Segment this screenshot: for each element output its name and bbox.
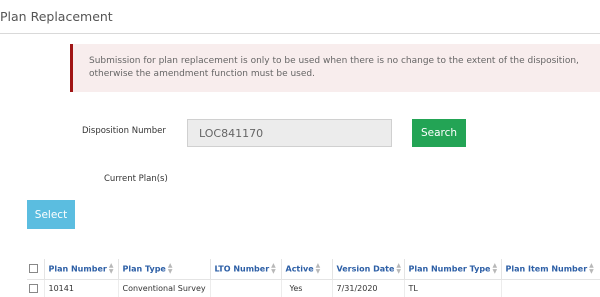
column-label: Plan Number Type bbox=[408, 264, 491, 274]
column-header-active[interactable]: Active ▲ ▼ bbox=[281, 259, 333, 280]
sort-arrows-icon: ▲ ▼ bbox=[396, 261, 402, 275]
disposition-number-input[interactable] bbox=[187, 119, 392, 147]
select-all-checkbox[interactable] bbox=[29, 264, 38, 274]
column-label: Plan Type bbox=[122, 264, 166, 274]
sort-arrows-icon: ▲ ▼ bbox=[167, 261, 173, 275]
column-header-plan-number[interactable]: Plan Number ▲ ▼ bbox=[44, 259, 119, 280]
column-header-plan-type[interactable]: Plan Type ▲ ▼ bbox=[118, 259, 211, 280]
cell-active: Yes bbox=[281, 279, 333, 297]
table-header-row: Plan Number ▲ ▼ Plan Type ▲ ▼ LTO Number ▲ ▼ A… bbox=[27, 259, 600, 280]
current-plans-label: Current Plan(s) bbox=[104, 174, 168, 184]
column-header-version-date[interactable]: Version Date ▲ ▼ bbox=[332, 259, 405, 280]
column-header-plan-number-type[interactable]: Plan Number Type ▲ ▼ bbox=[404, 259, 502, 280]
select-button[interactable]: Select bbox=[27, 200, 75, 229]
cell-plan-number: 10141 bbox=[44, 279, 119, 297]
disposition-number-label: Disposition Number bbox=[82, 126, 166, 136]
alert-message-line-2: otherwise the amendment function must be… bbox=[89, 69, 315, 79]
select-all-checkbox-cell bbox=[27, 259, 45, 280]
column-header-lto-number[interactable]: LTO Number ▲ ▼ bbox=[210, 259, 282, 280]
column-header-plan-item-number[interactable]: Plan Item Number ▲ ▼ bbox=[501, 259, 600, 280]
panel-title: Plan Replacement bbox=[0, 0, 600, 34]
cell-lto-number bbox=[210, 279, 282, 297]
alert-message-line-1: Submission for plan replacement is only … bbox=[89, 56, 579, 66]
sort-arrows-icon: ▲ ▼ bbox=[108, 261, 114, 275]
plans-table: Plan Number ▲ ▼ Plan Type ▲ ▼ LTO Number ▲ ▼ A… bbox=[27, 259, 600, 297]
warning-alert: Submission for plan replacement is only … bbox=[70, 44, 600, 92]
cell-plan-number-type: TL bbox=[404, 279, 502, 297]
row-checkbox-cell bbox=[27, 279, 45, 297]
sort-arrows-icon: ▲ ▼ bbox=[315, 261, 321, 275]
cell-plan-type: Conventional Survey bbox=[118, 279, 211, 297]
search-button[interactable]: Search bbox=[412, 119, 466, 147]
column-label: Plan Number bbox=[48, 264, 107, 274]
sort-arrows-icon: ▲ ▼ bbox=[589, 261, 594, 275]
table-row[interactable]: 10141 Conventional Survey Yes 7/31/2020 … bbox=[27, 279, 600, 297]
sort-arrows-icon: ▲ ▼ bbox=[271, 261, 276, 275]
row-checkbox[interactable] bbox=[29, 283, 38, 293]
cell-plan-item-number bbox=[501, 279, 600, 297]
column-label: Active bbox=[285, 264, 314, 274]
sort-arrows-icon: ▲ ▼ bbox=[492, 261, 498, 275]
column-label: LTO Number bbox=[214, 264, 270, 274]
plan-replacement-panel: Plan Replacement Submission for plan rep… bbox=[0, 0, 600, 297]
cell-version-date: 7/31/2020 bbox=[332, 279, 405, 297]
column-label: Plan Item Number bbox=[505, 264, 588, 274]
column-label: Version Date bbox=[336, 264, 395, 274]
